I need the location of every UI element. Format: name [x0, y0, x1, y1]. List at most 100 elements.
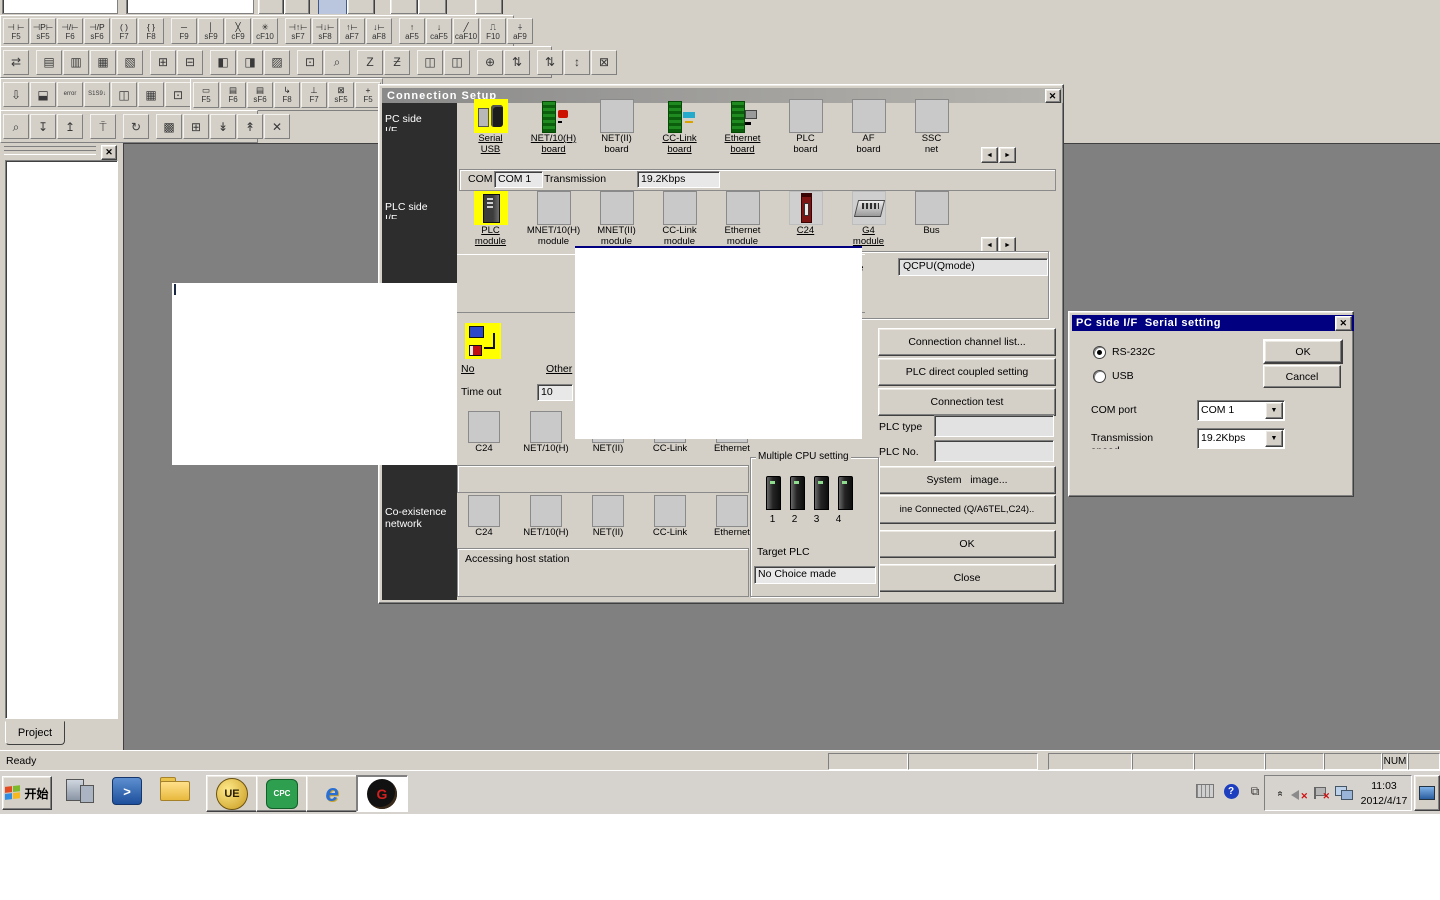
plc-if-item-mnet10h[interactable]: MNET/10(H)module — [522, 191, 585, 247]
close-icon[interactable]: ✕ — [1045, 89, 1061, 103]
pc-if-item-af[interactable]: AFboard — [837, 99, 900, 155]
standard-tool-icon[interactable]: ▨ — [264, 50, 290, 75]
standard-tool-icon[interactable]: ▤ — [36, 50, 62, 75]
plc-if-item-cclink[interactable]: CC-Linkmodule — [648, 191, 711, 247]
taskbar-button-gx-developer[interactable]: G — [356, 775, 408, 812]
find-tool-icon[interactable]: ↧ — [30, 114, 56, 139]
pc-if-item-net10h[interactable]: NET/10(H)board — [522, 99, 585, 155]
coex-item-netii[interactable]: NET(II) — [577, 495, 639, 538]
wiring-tool-F6[interactable]: ▤F6 — [220, 82, 246, 108]
no-other-station-icon[interactable] — [465, 323, 501, 359]
other-station-no-label[interactable]: No — [461, 363, 474, 375]
taskbar-button-ultraedit[interactable]: UE — [206, 775, 258, 812]
route-item-net10h[interactable]: NET/10(H) — [515, 411, 577, 454]
standard-tool-icon[interactable]: ↕ — [564, 50, 590, 75]
cpu-tower-icon[interactable] — [814, 476, 829, 510]
toolbar-button-pressed[interactable] — [318, 0, 347, 14]
plc-if-item-g4[interactable]: G4module — [837, 191, 900, 247]
tab-project[interactable]: Project — [5, 721, 65, 745]
plc-if-item-mnetii[interactable]: MNET(II)module — [585, 191, 648, 247]
coex-item-cclink[interactable]: CC-Link — [639, 495, 701, 538]
network-icon[interactable] — [1335, 785, 1353, 801]
system-image-button[interactable]: System image... — [878, 466, 1056, 494]
standard-tool-icon[interactable]: ⊟ — [177, 50, 203, 75]
ladder-tool-cF10[interactable]: ✳cF10 — [252, 18, 278, 44]
program-tool-icon[interactable]: ⇩ — [3, 82, 29, 107]
pc-if-item-cclink[interactable]: CC-Linkboard — [648, 99, 711, 155]
ladder-tool-cF9[interactable]: ╳cF9 — [225, 18, 251, 44]
standard-tool-icon[interactable]: ⇄ — [3, 50, 29, 75]
ladder-tool-aF7[interactable]: ↑⊢aF7 — [339, 18, 365, 44]
program-tool-icon[interactable]: ▦ — [138, 82, 164, 107]
ladder-tool-sF7[interactable]: ⊣↑⊢sF7 — [285, 18, 311, 44]
ladder-tool-sF9[interactable]: │sF9 — [198, 18, 224, 44]
standard-tool-icon[interactable]: ⊞ — [150, 50, 176, 75]
program-tool-icon[interactable]: error — [57, 82, 83, 107]
cancel-button[interactable]: Cancel — [1263, 365, 1341, 388]
scroll-right-icon[interactable]: ► — [999, 147, 1016, 163]
wiring-tool-F7[interactable]: ⊥F7 — [301, 82, 327, 108]
ladder-tool-F5[interactable]: ⊣ ⊢F5 — [3, 18, 29, 44]
standard-tool-icon[interactable]: ⊡ — [297, 50, 323, 75]
wiring-tool-sF6[interactable]: ▤sF6 — [247, 82, 273, 108]
cpu-tower-icon[interactable] — [766, 476, 781, 510]
standard-tool-icon[interactable]: ◧ — [210, 50, 236, 75]
program-tool-icon[interactable]: S1S9↓ — [84, 82, 110, 107]
toolbar-button[interactable] — [284, 0, 310, 14]
program-tool-icon[interactable]: ◫ — [111, 82, 137, 107]
toolbar-dropdown[interactable] — [2, 0, 118, 14]
find-tool-icon[interactable]: ↻ — [123, 114, 149, 139]
ladder-tool-aF5[interactable]: ↑aF5 — [399, 18, 425, 44]
plc-if-item-plc[interactable]: PLCmodule — [459, 191, 522, 247]
pc-if-item-plc[interactable]: PLCboard — [774, 99, 837, 155]
chevron-up-icon[interactable]: « — [1271, 785, 1289, 801]
standard-tool-icon[interactable]: ⇅ — [537, 50, 563, 75]
find-tool-icon[interactable]: ⍑ — [90, 114, 116, 139]
pc-if-item-netii[interactable]: NET(II)board — [585, 99, 648, 155]
keyboard-icon[interactable] — [1196, 783, 1214, 799]
taskbar-button-cpc[interactable]: CPC — [256, 775, 308, 812]
ladder-tool-aF9[interactable]: ⍭aF9 — [507, 18, 533, 44]
ladder-tool-sF8[interactable]: ⊣↓⊢sF8 — [312, 18, 338, 44]
flag-error-icon[interactable] — [1311, 785, 1329, 801]
ladder-tool-F10[interactable]: ⎍F10 — [480, 18, 506, 44]
program-tool-icon[interactable]: ⊡ — [165, 82, 191, 107]
toolbar-button[interactable] — [258, 0, 284, 14]
ok-button[interactable]: OK — [1263, 339, 1343, 364]
find-tool-icon[interactable]: ▩ — [156, 114, 182, 139]
ladder-tool-aF8[interactable]: ↓⊢aF8 — [366, 18, 392, 44]
coex-item-c24[interactable]: C24 — [453, 495, 515, 538]
pc-if-item-ethernet[interactable]: Ethernetboard — [711, 99, 774, 155]
coex-item-net10h[interactable]: NET/10(H) — [515, 495, 577, 538]
find-tool-icon[interactable]: ⌕ — [3, 114, 29, 139]
toolbar-button[interactable] — [475, 0, 503, 14]
close-button[interactable]: Close — [878, 564, 1056, 592]
help-icon[interactable]: ? — [1222, 783, 1240, 799]
project-tree[interactable] — [5, 160, 118, 719]
ladder-tool-F9[interactable]: ─F9 — [171, 18, 197, 44]
window-stack-icon[interactable]: ⧉ — [1246, 783, 1264, 799]
pc-if-item-serial[interactable]: SerialUSB — [459, 99, 522, 155]
close-icon[interactable]: ✕ — [101, 145, 117, 160]
volume-muted-icon[interactable] — [1289, 785, 1307, 801]
wiring-tool-F5[interactable]: ▭F5 — [193, 82, 219, 108]
taskbar-button-internet-explorer[interactable]: e — [306, 775, 358, 812]
standard-tool-icon[interactable]: Ƶ — [384, 50, 410, 75]
chevron-down-icon[interactable]: ▼ — [1265, 430, 1283, 447]
ladder-tool-F8[interactable]: { }F8 — [138, 18, 164, 44]
chevron-down-icon[interactable]: ▼ — [1265, 402, 1283, 419]
plc-direct-coupled-button[interactable]: PLC direct coupled setting — [878, 358, 1056, 386]
pc-if-item-ssc[interactable]: SSCnet — [900, 99, 963, 155]
start-button[interactable]: 开始 — [2, 776, 52, 810]
transmission-select[interactable]: 19.2Kbps ▼ — [1197, 428, 1285, 449]
folder-icon[interactable] — [160, 777, 194, 809]
toolbar-button[interactable] — [347, 0, 375, 14]
standard-tool-icon[interactable]: ▧ — [117, 50, 143, 75]
computer-icon[interactable] — [64, 777, 98, 809]
find-tool-icon[interactable]: ⊞ — [183, 114, 209, 139]
standard-tool-icon[interactable]: Z — [357, 50, 383, 75]
ladder-tool-sF6[interactable]: ⊣/PsF6 — [84, 18, 110, 44]
connection-test-button[interactable]: Connection test — [878, 388, 1056, 416]
standard-tool-icon[interactable]: ⌕ — [324, 50, 350, 75]
dialog-titlebar[interactable]: PC side I/F Serial setting ✕ — [1072, 315, 1354, 331]
